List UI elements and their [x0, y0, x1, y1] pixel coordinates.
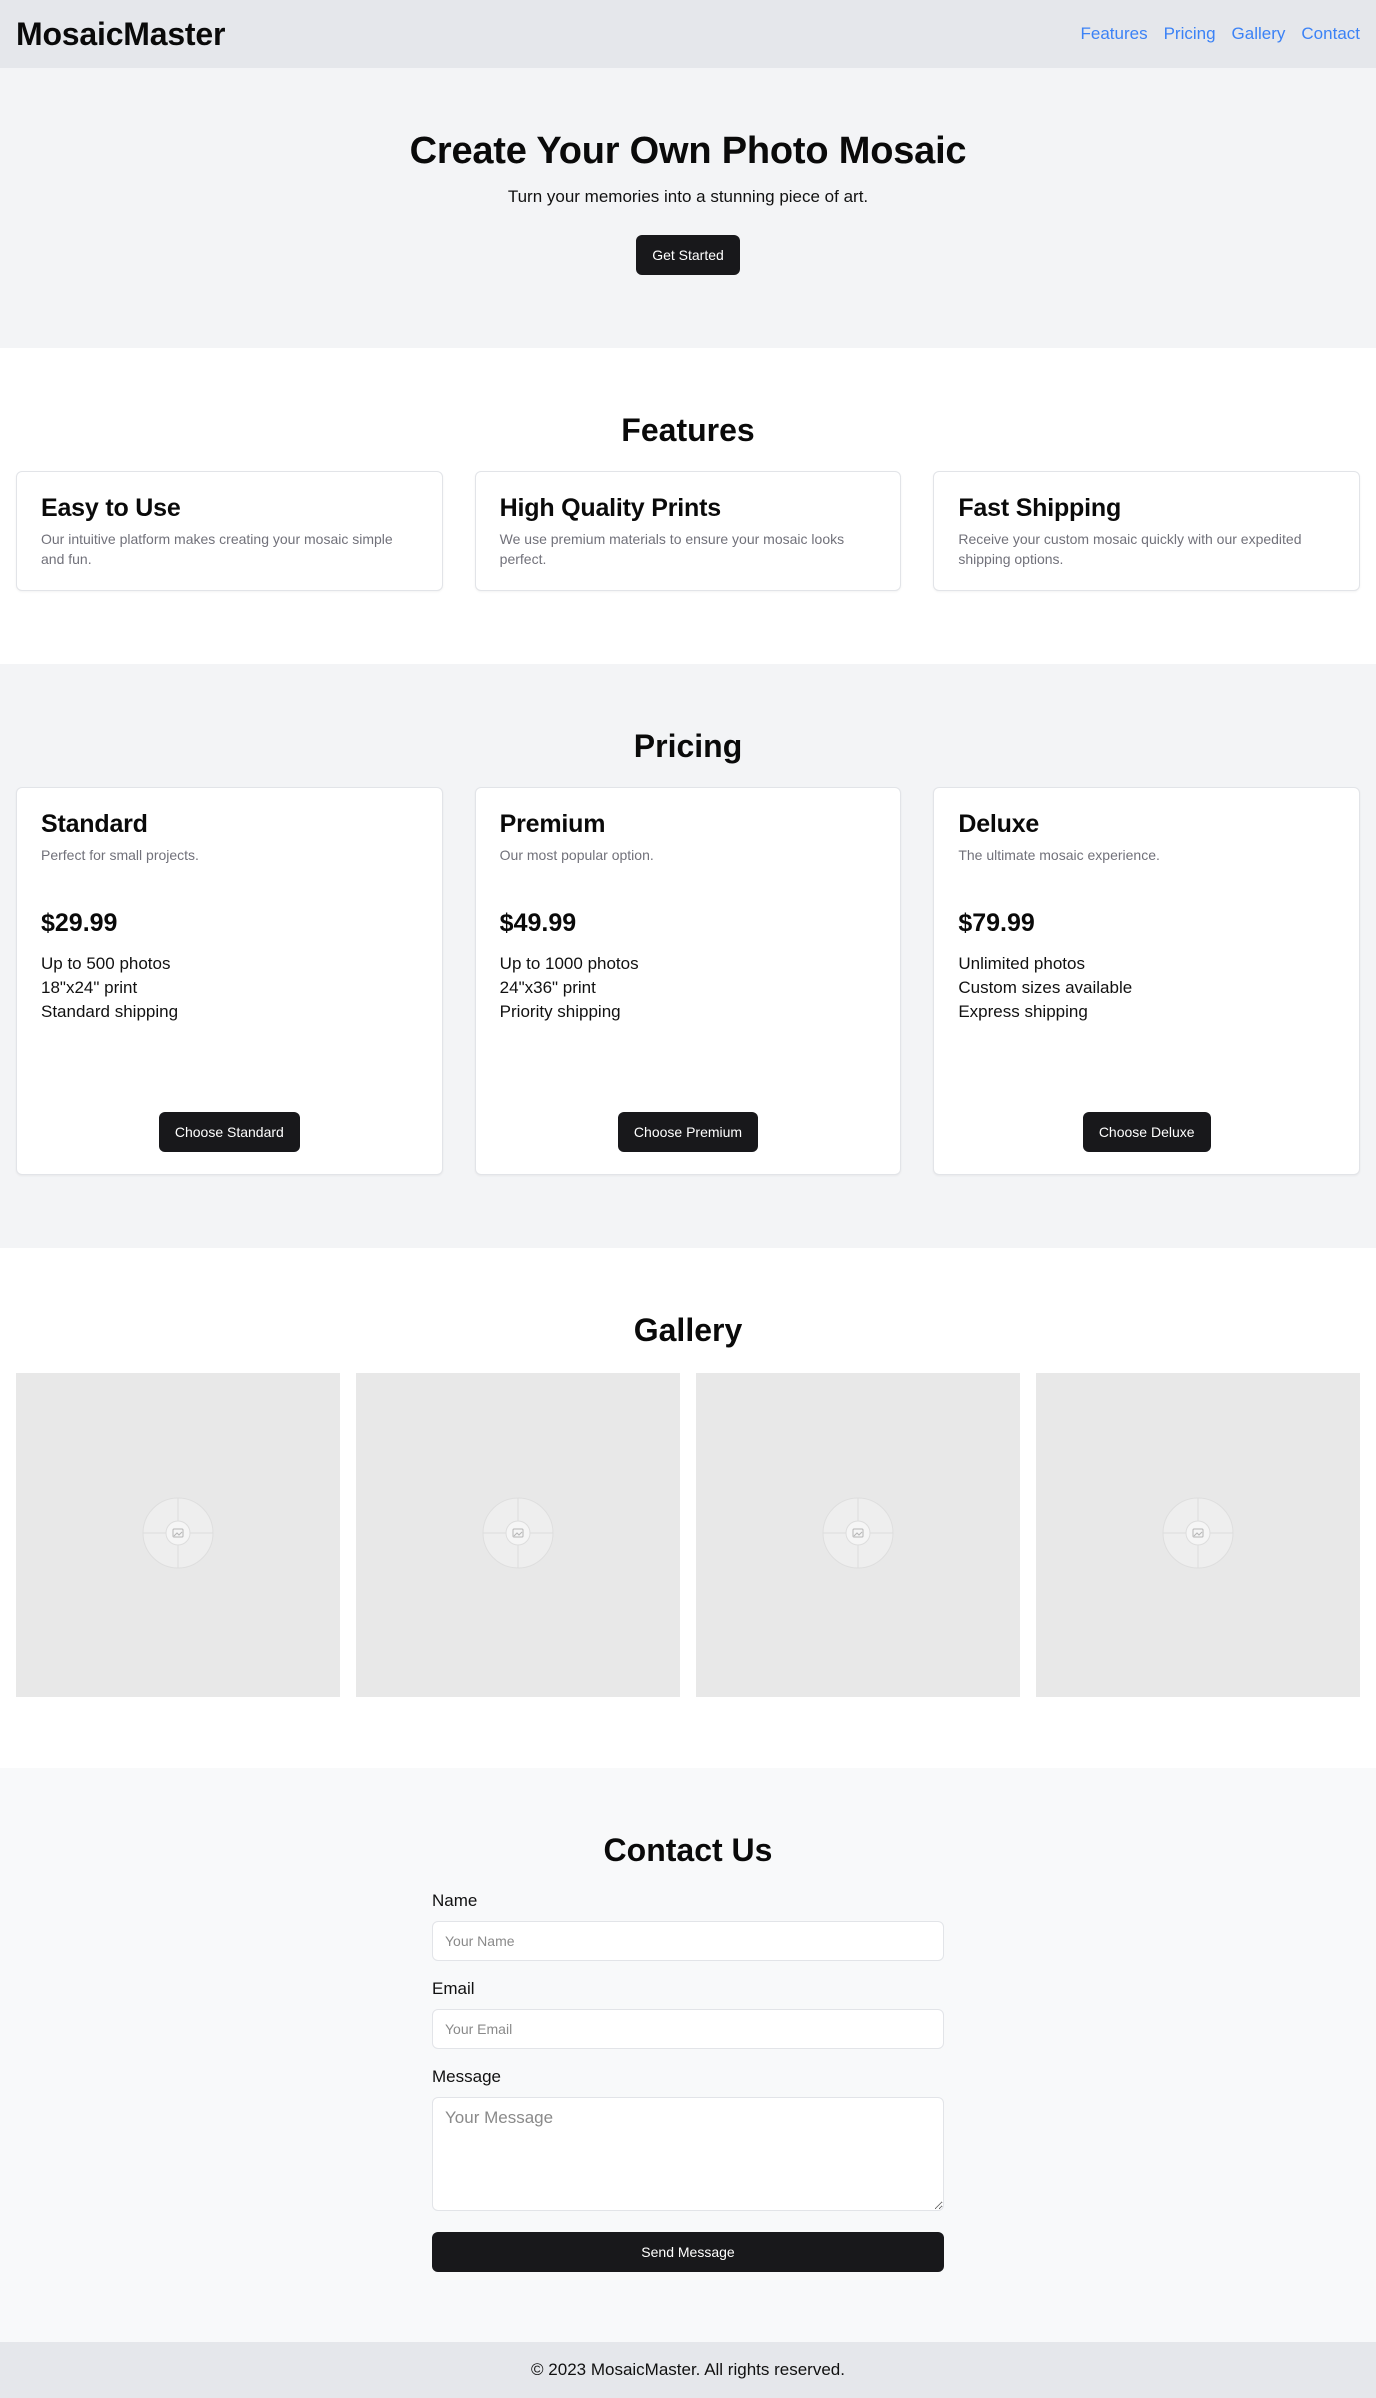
nav-link-features[interactable]: Features: [1080, 24, 1147, 44]
main-nav: Features Pricing Gallery Contact: [1080, 24, 1360, 44]
feature-description: Our intuitive platform makes creating yo…: [41, 531, 393, 567]
feature-description: We use premium materials to ensure your …: [499, 531, 845, 567]
pricing-title: Pricing: [633, 728, 743, 764]
feature-title: High Quality Prints: [499, 494, 721, 522]
image-placeholder-icon: [822, 1497, 894, 1574]
gallery-grid: [0, 1373, 1376, 1697]
message-field-group: Message: [432, 2067, 944, 2216]
name-label: Name: [432, 1891, 478, 1910]
plan-features: Up to 1000 photos 24"x36" print Priority…: [500, 952, 877, 1024]
nav-link-gallery[interactable]: Gallery: [1232, 24, 1286, 44]
pricing-card-standard: Standard Perfect for small projects. $29…: [16, 787, 443, 1175]
feature-description: Receive your custom mosaic quickly with …: [958, 531, 1302, 567]
choose-premium-button[interactable]: Choose Premium: [617, 1112, 759, 1152]
email-field-group: Email: [432, 1979, 944, 2049]
plan-tagline: Our most popular option.: [499, 847, 654, 863]
hero-title: Create Your Own Photo Mosaic: [409, 130, 967, 172]
image-placeholder-icon: [142, 1497, 214, 1574]
footer-copyright: © 2023 MosaicMaster. All rights reserved…: [531, 2360, 845, 2379]
plan-tagline: The ultimate mosaic experience.: [958, 847, 1160, 863]
feature-card: Easy to Use Our intuitive platform makes…: [16, 471, 443, 591]
email-input[interactable]: [432, 2009, 944, 2049]
plan-feature-item: Standard shipping: [41, 1002, 179, 1021]
feature-title: Fast Shipping: [958, 494, 1122, 522]
pricing-section: Pricing Standard Perfect for small proje…: [0, 664, 1376, 1248]
plan-feature-item: Unlimited photos: [958, 954, 1085, 973]
plan-tagline: Perfect for small projects.: [41, 847, 199, 863]
gallery-title: Gallery: [633, 1312, 743, 1348]
pricing-card-premium: Premium Our most popular option. $49.99 …: [474, 787, 902, 1175]
get-started-button[interactable]: Get Started: [636, 235, 740, 275]
send-message-button[interactable]: Send Message: [432, 2232, 944, 2272]
image-placeholder-icon: [482, 1497, 554, 1574]
gallery-section: Gallery: [0, 1248, 1376, 1768]
plan-name: Standard: [41, 810, 148, 838]
plan-features: Up to 500 photos 18"x24" print Standard …: [41, 952, 418, 1024]
site-header: MosaicMaster Features Pricing Gallery Co…: [0, 0, 1376, 68]
plan-features: Unlimited photos Custom sizes available …: [958, 952, 1335, 1024]
contact-section: Contact Us Name Email Message Send Messa…: [0, 1768, 1376, 2342]
hero-subtitle: Turn your memories into a stunning piece…: [507, 187, 869, 206]
features-title: Features: [621, 412, 755, 448]
site-footer: © 2023 MosaicMaster. All rights reserved…: [0, 2342, 1376, 2398]
message-label: Message: [432, 2067, 501, 2086]
plan-price: $29.99: [41, 909, 118, 937]
nav-link-pricing[interactable]: Pricing: [1164, 24, 1216, 44]
plan-feature-item: Up to 500 photos: [41, 954, 171, 973]
choose-deluxe-button[interactable]: Choose Deluxe: [1082, 1112, 1211, 1152]
plan-feature-item: Priority shipping: [499, 1002, 621, 1021]
plan-feature-item: 18"x24" print: [41, 978, 138, 997]
plan-feature-item: Express shipping: [958, 1002, 1088, 1021]
pricing-row: Standard Perfect for small projects. $29…: [0, 787, 1376, 1175]
plan-name: Deluxe: [958, 810, 1040, 838]
plan-price: $79.99: [958, 909, 1035, 937]
message-textarea[interactable]: [432, 2097, 944, 2211]
name-field-group: Name: [432, 1891, 944, 1961]
image-placeholder-icon: [1162, 1497, 1234, 1574]
gallery-image[interactable]: [1036, 1373, 1360, 1697]
contact-title: Contact Us: [603, 1832, 773, 1868]
email-label: Email: [432, 1979, 475, 1998]
feature-card: High Quality Prints We use premium mater…: [474, 471, 902, 591]
gallery-image[interactable]: [696, 1373, 1020, 1697]
plan-feature-item: 24"x36" print: [499, 978, 596, 997]
pricing-card-deluxe: Deluxe The ultimate mosaic experience. $…: [933, 787, 1361, 1175]
gallery-image[interactable]: [356, 1373, 680, 1697]
features-section: Features Easy to Use Our intuitive platf…: [0, 348, 1376, 664]
gallery-image[interactable]: [16, 1373, 340, 1697]
hero-section: Create Your Own Photo Mosaic Turn your m…: [0, 68, 1376, 348]
name-input[interactable]: [432, 1921, 944, 1961]
plan-feature-item: Up to 1000 photos: [499, 954, 639, 973]
plan-feature-item: Custom sizes available: [958, 978, 1133, 997]
plan-name: Premium: [499, 810, 606, 838]
contact-form: Name Email Message Send Message: [432, 1891, 944, 2272]
nav-link-contact[interactable]: Contact: [1301, 24, 1360, 44]
brand-logo[interactable]: MosaicMaster: [16, 16, 225, 53]
plan-price: $49.99: [499, 909, 577, 937]
feature-card: Fast Shipping Receive your custom mosaic…: [933, 471, 1361, 591]
choose-standard-button[interactable]: Choose Standard: [158, 1112, 300, 1152]
features-row: Easy to Use Our intuitive platform makes…: [0, 471, 1376, 591]
feature-title: Easy to Use: [41, 494, 181, 522]
